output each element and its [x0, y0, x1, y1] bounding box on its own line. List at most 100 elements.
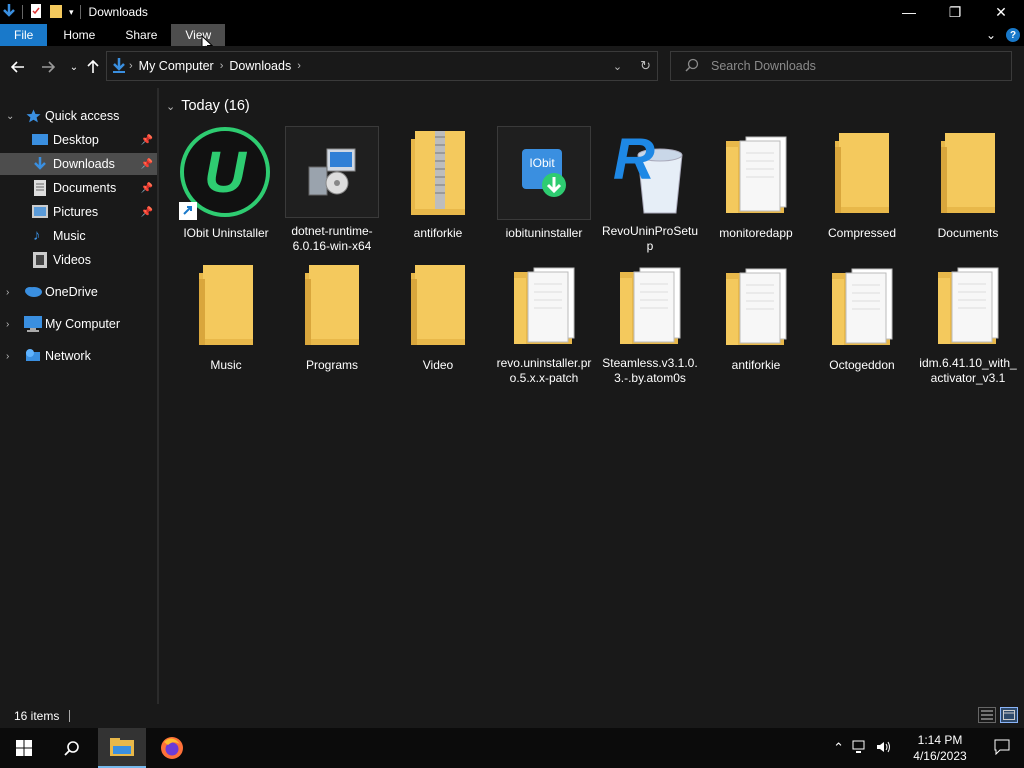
file-item[interactable]: Programs: [282, 258, 382, 386]
file-item[interactable]: Steamless.v3.1.0.3.-.by.atom0s: [600, 258, 700, 386]
installer-icon: [285, 126, 379, 218]
tab-home[interactable]: Home: [47, 24, 111, 46]
pin-icon[interactable]: 📌: [141, 135, 153, 146]
file-item-label: antiforkie: [731, 358, 781, 372]
file-item-label: Video: [422, 358, 454, 372]
group-title: Today (16): [181, 98, 250, 114]
network-status-icon[interactable]: [852, 740, 868, 757]
sidebar-item-documents[interactable]: Documents 📌: [0, 177, 157, 199]
start-button[interactable]: [0, 728, 48, 768]
file-explorer-taskbar-button[interactable]: [98, 728, 146, 768]
file-item[interactable]: antiforkie: [706, 258, 806, 386]
tab-share[interactable]: Share: [111, 24, 171, 46]
refresh-icon[interactable]: ↻: [640, 58, 651, 74]
file-item[interactable]: R RevoUninProSetup: [600, 126, 700, 254]
quick-access-toolbar: ▾: [0, 3, 81, 22]
maximize-button[interactable]: ❐: [932, 0, 978, 24]
breadcrumb-downloads[interactable]: Downloads: [229, 59, 291, 73]
address-bar[interactable]: › My Computer › Downloads › ⌄ ↻: [106, 51, 658, 81]
folder-icon: [285, 258, 379, 352]
breadcrumb-my-computer[interactable]: My Computer: [139, 59, 214, 73]
sidebar-item-desktop[interactable]: Desktop 📌: [0, 129, 157, 151]
folder-with-files-icon: [921, 258, 1015, 350]
sidebar-item-quick-access[interactable]: ⌄ Quick access: [0, 105, 157, 127]
clock[interactable]: 1:14 PM 4/16/2023: [904, 732, 976, 764]
sidebar-item-label: Pictures: [53, 205, 99, 219]
file-item-label: Octogeddon: [829, 358, 895, 372]
search-input[interactable]: Search Downloads: [711, 59, 816, 73]
revo-icon: R: [603, 126, 697, 218]
details-view-button[interactable]: [978, 707, 996, 723]
clock-date: 4/16/2023: [913, 749, 967, 763]
chevron-down-icon[interactable]: ▾: [69, 7, 74, 18]
windows-logo-icon: [16, 740, 32, 756]
search-box[interactable]: Search Downloads: [670, 51, 1012, 81]
properties-icon[interactable]: [29, 3, 43, 22]
chevron-right-icon[interactable]: ›: [6, 351, 9, 362]
chevron-down-icon[interactable]: ⌄: [166, 100, 175, 113]
tab-view[interactable]: View: [171, 24, 226, 46]
close-button[interactable]: ✕: [978, 0, 1024, 24]
sidebar-item-label: Downloads: [53, 157, 115, 171]
file-item-label: idm.6.41.10_with_activator_v3.1: [919, 356, 1017, 385]
file-item-label: dotnet-runtime-6.0.16-win-x64: [291, 224, 373, 253]
sidebar-item-network[interactable]: › Network: [0, 345, 157, 367]
large-icons-view-button[interactable]: [1000, 707, 1018, 723]
folder-with-files-icon: [497, 258, 591, 350]
firefox-taskbar-button[interactable]: [148, 728, 196, 768]
chevron-down-icon[interactable]: ⌄: [6, 111, 14, 122]
toolbar-divider: [22, 5, 23, 19]
show-hidden-icons-chevron-icon[interactable]: ⌃: [833, 740, 844, 756]
group-header[interactable]: ⌄ Today (16): [166, 98, 250, 114]
help-button[interactable]: ?: [1006, 28, 1020, 42]
firefox-icon: [161, 737, 183, 759]
address-history-chevron-icon[interactable]: ⌄: [613, 60, 622, 73]
expand-ribbon-icon[interactable]: ⌄: [986, 28, 996, 42]
search-icon: [685, 58, 699, 75]
forward-button[interactable]: [36, 55, 60, 79]
file-item[interactable]: IObit iobituninstaller: [494, 126, 594, 254]
file-item[interactable]: Compressed: [812, 126, 912, 254]
sidebar-item-label: Network: [45, 349, 91, 363]
desktop-icon: [32, 133, 48, 147]
sidebar-item-downloads[interactable]: Downloads 📌: [0, 153, 157, 175]
folder-icon: [391, 258, 485, 352]
window-title: Downloads: [88, 5, 148, 19]
item-count: 16 items: [14, 709, 60, 723]
pin-icon[interactable]: 📌: [141, 207, 153, 218]
sidebar-item-label: Desktop: [53, 133, 99, 147]
file-item[interactable]: antiforkie: [388, 126, 488, 254]
network-icon: [24, 348, 40, 362]
up-button[interactable]: [81, 55, 105, 79]
action-center-icon[interactable]: [994, 739, 1010, 758]
pin-icon[interactable]: 📌: [141, 183, 153, 194]
tab-file[interactable]: File: [0, 24, 48, 46]
new-folder-icon[interactable]: [49, 3, 63, 22]
minimize-button[interactable]: —: [886, 0, 932, 24]
file-item[interactable]: Video: [388, 258, 488, 386]
file-item[interactable]: Octogeddon: [812, 258, 912, 386]
sidebar-item-my-computer[interactable]: › My Computer: [0, 313, 157, 335]
file-item[interactable]: revo.uninstaller.pro.5.x.x-patch: [494, 258, 594, 386]
sidebar-item-pictures[interactable]: Pictures 📌: [0, 201, 157, 223]
chevron-right-icon[interactable]: ›: [6, 287, 9, 298]
volume-icon[interactable]: [876, 740, 892, 757]
back-button[interactable]: [6, 55, 30, 79]
toolbar-divider: [79, 5, 81, 19]
status-bar: 16 items: [0, 704, 1024, 728]
file-item[interactable]: dotnet-runtime-6.0.16-win-x64: [282, 126, 382, 254]
search-button[interactable]: [48, 728, 96, 768]
sidebar-item-music[interactable]: ♪ Music: [0, 225, 157, 247]
pin-icon[interactable]: 📌: [141, 159, 153, 170]
sidebar-item-videos[interactable]: Videos: [0, 249, 157, 271]
file-item[interactable]: monitoredapp: [706, 126, 806, 254]
file-item[interactable]: Documents: [918, 126, 1018, 254]
sidebar-item-label: OneDrive: [45, 285, 98, 299]
pane-splitter[interactable]: [157, 88, 159, 704]
file-item[interactable]: idm.6.41.10_with_activator_v3.1: [918, 258, 1018, 386]
file-item[interactable]: Music: [176, 258, 276, 386]
sidebar-item-onedrive[interactable]: › OneDrive: [0, 281, 157, 303]
star-icon: [26, 109, 42, 123]
chevron-right-icon[interactable]: ›: [6, 319, 9, 330]
file-item[interactable]: U IObit Uninstaller: [176, 126, 276, 254]
